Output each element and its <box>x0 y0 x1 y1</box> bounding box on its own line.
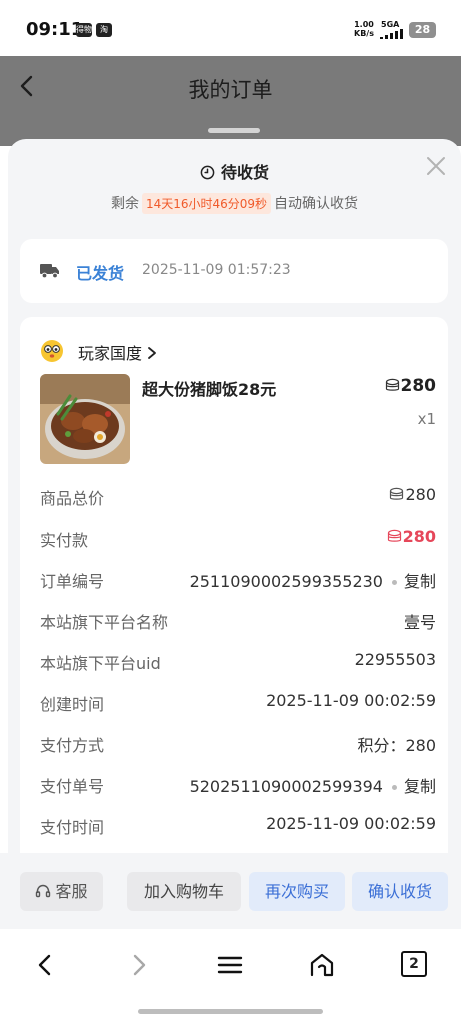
shipping-status-card[interactable]: 已发货 2025-11-09 01:57:23 <box>20 239 448 303</box>
coin-icon <box>390 487 404 500</box>
detail-row-paid-amount: 实付款 280 <box>40 527 436 550</box>
status-time: 09:11 <box>26 19 84 40</box>
product-image[interactable] <box>40 374 130 464</box>
detail-label: 创建时间 <box>40 695 105 714</box>
payment-number-value: 5202511090002599394 <box>189 777 383 796</box>
detail-label: 支付时间 <box>40 818 105 837</box>
detail-value: 280 <box>389 485 436 504</box>
countdown-timer: 14天16小时46分09秒 <box>141 193 272 214</box>
detail-row-payment-time: 支付时间 2025-11-09 00:02:59 <box>40 814 436 837</box>
order-detail-sheet: 待收货 剩余 14天16小时46分09秒 自动确认收货 已发货 2025-11-09… <box>8 139 461 929</box>
detail-label: 支付单号 <box>40 777 105 796</box>
page-header: 我的订单 <box>0 56 461 120</box>
shipping-time: 2025-11-09 01:57:23 <box>142 262 291 278</box>
page-title: 我的订单 <box>188 78 273 102</box>
detail-label: 支付方式 <box>40 736 105 755</box>
copy-payment-number-button[interactable]: 复制 <box>404 777 436 796</box>
nav-back-icon[interactable] <box>31 951 59 979</box>
detail-row-total-price: 商品总价 280 <box>40 485 436 508</box>
product-price: 280 <box>385 376 437 396</box>
network-speed-value: 1.00 <box>354 20 374 29</box>
product-price-value: 280 <box>400 376 437 396</box>
order-status-title: 待收货 <box>8 159 461 183</box>
headset-icon <box>36 884 51 898</box>
copy-order-number-button[interactable]: 复制 <box>404 572 436 591</box>
detail-value: 22955503 <box>354 650 436 669</box>
order-status-label: 待收货 <box>220 163 269 182</box>
countdown-prefix: 剩余 <box>110 196 139 212</box>
taobao-app-icon: 淘 <box>96 23 112 37</box>
detail-value: 2025-11-09 00:02:59 <box>266 691 436 710</box>
coin-icon <box>387 529 401 542</box>
buy-again-button[interactable]: 再次购买 <box>249 872 345 911</box>
detail-label: 订单编号 <box>40 572 105 591</box>
detail-label: 商品总价 <box>40 489 105 508</box>
detail-value: 积分：280 <box>357 736 436 755</box>
shop-name: 玩家国度 <box>78 340 157 364</box>
detail-label: 实付款 <box>40 531 89 550</box>
detail-value: 5202511090002599394 复制 <box>190 773 436 797</box>
sheet-drag-handle[interactable] <box>208 128 260 133</box>
detail-label: 本站旗下平台uid <box>40 654 161 673</box>
network-speed: 1.00 KB/s <box>354 20 374 38</box>
customer-service-button[interactable]: 客服 <box>20 872 103 911</box>
separator-dot <box>391 580 397 585</box>
chevron-right-icon <box>148 347 157 359</box>
clock-icon <box>200 165 215 180</box>
battery-icon: 28 <box>409 22 436 38</box>
detail-label: 本站旗下平台名称 <box>40 613 169 632</box>
detail-row-order-number: 订单编号 2511090002599355230 复制 <box>40 568 436 592</box>
total-price-value: 280 <box>405 485 436 504</box>
product-title[interactable]: 超大份猪脚饭28元 <box>142 376 276 400</box>
detail-value: 2511090002599355230 复制 <box>190 568 436 592</box>
signal-icon <box>380 29 403 39</box>
detail-value: 280 <box>387 527 436 546</box>
customer-service-label: 客服 <box>55 882 88 901</box>
order-card: 玩家国度 超大份猪脚饭28元 280 x1 商品总价 280 实付款 280 订… <box>20 317 448 877</box>
shipping-status: 已发货 <box>76 264 125 283</box>
network-speed-unit: KB/s <box>354 29 374 38</box>
separator-dot <box>391 785 397 790</box>
add-to-cart-button[interactable]: 加入购物车 <box>127 872 241 911</box>
status-bar: 09:11 得物 淘 1.00 KB/s 5GA 28 <box>0 0 461 56</box>
home-icon[interactable] <box>308 951 336 979</box>
confirm-receipt-button[interactable]: 确认收货 <box>352 872 448 911</box>
auto-confirm-countdown: 剩余 14天16小时46分09秒 自动确认收货 <box>8 193 461 214</box>
detail-value: 壹号 <box>403 613 436 632</box>
order-action-bar: 客服 加入购物车 再次购买 确认收货 <box>0 853 461 929</box>
coin-icon <box>385 378 399 391</box>
truck-icon <box>40 264 59 279</box>
tabs-icon[interactable]: 2 <box>401 951 427 977</box>
home-indicator[interactable] <box>138 1009 323 1014</box>
browser-nav-bar: 2 <box>0 929 461 1024</box>
detail-row-payment-number: 支付单号 5202511090002599394 复制 <box>40 773 436 797</box>
countdown-suffix: 自动确认收货 <box>274 196 359 212</box>
order-number-value: 2511090002599355230 <box>189 572 383 591</box>
detail-row-platform-name: 本站旗下平台名称 壹号 <box>40 609 436 632</box>
detail-row-payment-method: 支付方式 积分：280 <box>40 732 436 755</box>
network-type: 5GA <box>381 20 400 29</box>
paid-amount-value: 280 <box>402 527 436 546</box>
nav-forward-icon[interactable] <box>125 951 153 979</box>
detail-row-created-time: 创建时间 2025-11-09 00:02:59 <box>40 691 436 714</box>
detail-row-platform-uid: 本站旗下平台uid 22955503 <box>40 650 436 673</box>
product-quantity: x1 <box>417 410 436 428</box>
dewu-app-icon: 得物 <box>76 23 92 37</box>
shop-name-text: 玩家国度 <box>78 344 143 363</box>
detail-value: 2025-11-09 00:02:59 <box>266 814 436 833</box>
shop-avatar <box>41 340 63 362</box>
menu-icon[interactable] <box>216 951 244 979</box>
